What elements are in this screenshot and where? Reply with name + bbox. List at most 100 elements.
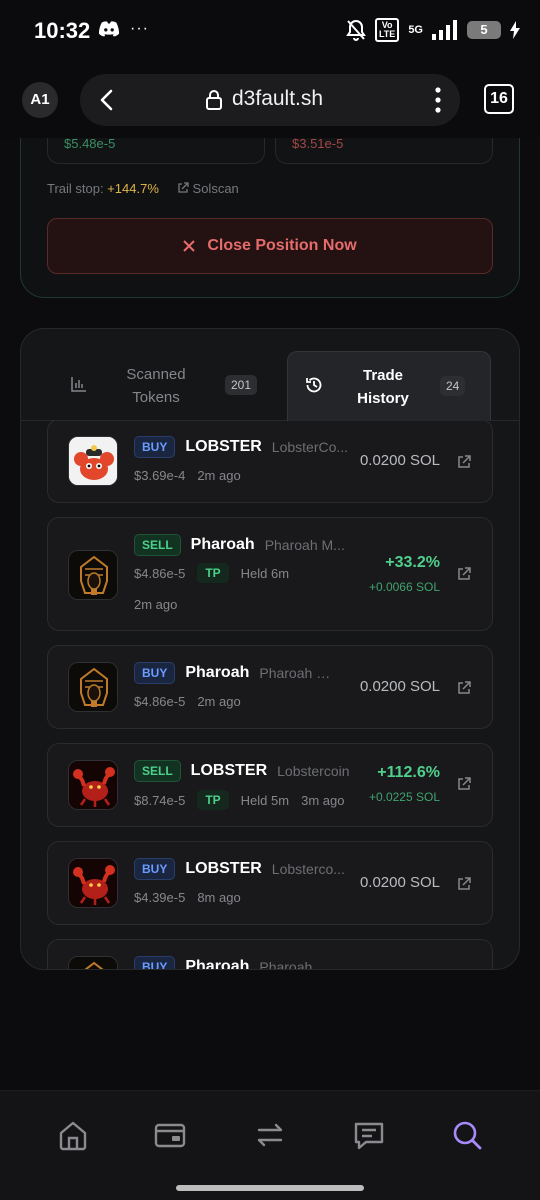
pharaoh-icon bbox=[68, 550, 118, 600]
token-name: Pharoah M... bbox=[264, 537, 345, 553]
held-duration: Held 5m bbox=[240, 792, 290, 808]
trade-price: $3.69e-4 bbox=[134, 468, 186, 483]
charging-icon bbox=[510, 21, 520, 39]
close-position-button[interactable]: Close Position Now bbox=[47, 218, 493, 274]
chat-icon[interactable] bbox=[352, 1118, 386, 1152]
external-link-icon[interactable] bbox=[456, 776, 472, 792]
home-indicator[interactable] bbox=[176, 1185, 364, 1191]
token-symbol: Pharoah bbox=[185, 664, 250, 681]
page-content: $5.48e-5 $3.51e-5 Trail stop: +144.7% So… bbox=[0, 138, 540, 1090]
network-type: 5G bbox=[408, 24, 423, 36]
trade-pnl-sol: +0.0066 SOL bbox=[368, 580, 440, 594]
notification-icons: ··· bbox=[98, 20, 149, 38]
volte-indicator: Vo LTE bbox=[374, 18, 400, 42]
status-bar: 10:32 ··· Vo LTE 5G 5 bbox=[0, 0, 540, 62]
status-right-icons: Vo LTE 5G 5 bbox=[346, 18, 520, 42]
lock-icon bbox=[206, 90, 222, 110]
trade-amount: 0.0200 SOL bbox=[359, 452, 440, 469]
trade-price: $8.74e-5 bbox=[134, 792, 186, 808]
trade-row[interactable]: BUY Pharoah Pharoah M... $4.86e-5 2m ago… bbox=[47, 645, 493, 729]
battery-indicator: 5 bbox=[467, 21, 501, 39]
trade-amount: 0.0200 SOL bbox=[359, 678, 440, 695]
tab-count-badge: 24 bbox=[440, 376, 466, 396]
side-badge: BUY bbox=[134, 858, 176, 880]
trade-row[interactable]: BUY Pharoah Pharoah M... bbox=[47, 939, 493, 969]
pharaoh-icon bbox=[68, 956, 118, 969]
token-name: LobsterCo... bbox=[271, 439, 349, 455]
trail-stop-row: Trail stop: +144.7% Solscan bbox=[47, 181, 239, 196]
trade-time: 8m ago bbox=[197, 890, 241, 905]
trade-time: 2m ago bbox=[197, 694, 241, 709]
token-symbol: Pharoah bbox=[185, 958, 250, 969]
trade-time: 2m ago bbox=[134, 597, 178, 612]
tabs-count-button[interactable]: 16 bbox=[484, 84, 514, 114]
trade-pnl-pct: +33.2% bbox=[385, 554, 440, 571]
history-icon bbox=[306, 377, 322, 393]
price-box-current: $3.51e-5 bbox=[275, 138, 493, 164]
trade-pnl-sol: +0.0225 SOL bbox=[368, 790, 440, 804]
search-icon[interactable] bbox=[450, 1118, 484, 1152]
more-dots: ··· bbox=[130, 20, 149, 37]
side-badge: BUY bbox=[134, 662, 176, 684]
external-link-icon[interactable] bbox=[456, 876, 472, 892]
trade-row[interactable]: BUY LOBSTER LobsterCo... $3.69e-4 2m ago… bbox=[47, 421, 493, 503]
solscan-link[interactable]: Solscan bbox=[177, 181, 239, 196]
bell-muted-icon bbox=[346, 19, 366, 41]
side-badge: SELL bbox=[134, 760, 181, 782]
profile-avatar[interactable]: A1 bbox=[22, 82, 58, 118]
discord-icon bbox=[98, 21, 120, 37]
trade-row[interactable]: BUY LOBSTER Lobsterco... $4.39e-5 8m ago… bbox=[47, 841, 493, 925]
tab-count-badge: 201 bbox=[225, 375, 258, 395]
lobster-cartoon-icon bbox=[68, 436, 118, 486]
trade-amount: 0.0200 SOL bbox=[359, 874, 440, 891]
status-time: 10:32 bbox=[34, 18, 91, 43]
solscan-label: Solscan bbox=[192, 181, 239, 196]
tab-trade-history[interactable]: Trade History 24 bbox=[287, 351, 491, 421]
bottom-navigation bbox=[0, 1090, 540, 1200]
token-symbol: LOBSTER bbox=[185, 860, 262, 877]
history-panel: Scanned Tokens 201 Trade History 24 BUY … bbox=[20, 328, 520, 970]
pharaoh-icon bbox=[68, 662, 118, 712]
take-profit-badge: TP bbox=[197, 790, 229, 810]
kebab-menu-icon[interactable] bbox=[434, 86, 442, 114]
token-symbol: LOBSTER bbox=[185, 438, 262, 455]
tab-bar: Scanned Tokens 201 Trade History 24 bbox=[21, 329, 519, 421]
wallet-icon[interactable] bbox=[153, 1118, 187, 1152]
trade-price: $4.39e-5 bbox=[134, 890, 186, 905]
token-name: Pharoah M... bbox=[259, 665, 340, 681]
trade-time: 2m ago bbox=[197, 468, 241, 483]
side-badge: BUY bbox=[134, 956, 176, 969]
token-symbol: LOBSTER bbox=[190, 762, 268, 779]
position-card: $5.48e-5 $3.51e-5 Trail stop: +144.7% So… bbox=[20, 138, 520, 298]
close-icon bbox=[183, 240, 196, 252]
trade-row[interactable]: SELL LOBSTER Lobstercoin $8.74e-5 TP Hel… bbox=[47, 743, 493, 827]
trade-time: 3m ago bbox=[301, 792, 345, 808]
close-position-label: Close Position Now bbox=[207, 237, 357, 254]
external-link-icon[interactable] bbox=[456, 566, 472, 582]
bar-chart-icon bbox=[71, 377, 86, 392]
side-badge: SELL bbox=[134, 534, 181, 556]
signal-icon bbox=[432, 20, 457, 40]
held-duration: Held 6m bbox=[240, 565, 290, 581]
address-bar[interactable]: d3fault.sh bbox=[80, 74, 460, 126]
tab-label: Scanned Tokens bbox=[126, 366, 186, 406]
token-symbol: Pharoah bbox=[190, 536, 255, 553]
token-name: Lobstercoin bbox=[277, 763, 350, 779]
trade-price: $4.86e-5 bbox=[134, 694, 186, 709]
external-link-icon[interactable] bbox=[456, 454, 472, 470]
trail-stop-label: Trail stop: bbox=[47, 181, 104, 196]
tab-scanned-tokens[interactable]: Scanned Tokens 201 bbox=[57, 351, 267, 421]
trade-price: $4.86e-5 bbox=[134, 565, 186, 581]
home-icon[interactable] bbox=[56, 1118, 90, 1152]
tab-label: Trade History bbox=[357, 367, 409, 407]
price-box-entry: $5.48e-5 bbox=[47, 138, 265, 164]
swap-icon[interactable] bbox=[253, 1118, 287, 1152]
browser-toolbar: A1 d3fault.sh 16 bbox=[0, 62, 540, 138]
trade-row[interactable]: SELL Pharoah Pharoah M... $4.86e-5 TP He… bbox=[47, 517, 493, 631]
trade-list: BUY LOBSTER LobsterCo... $3.69e-4 2m ago… bbox=[21, 421, 519, 969]
url-text[interactable]: d3fault.sh bbox=[232, 87, 323, 111]
back-arrow-icon[interactable] bbox=[94, 86, 122, 114]
external-link-icon[interactable] bbox=[456, 680, 472, 696]
trail-stop-value: +144.7% bbox=[107, 181, 159, 196]
take-profit-badge: TP bbox=[197, 563, 229, 583]
